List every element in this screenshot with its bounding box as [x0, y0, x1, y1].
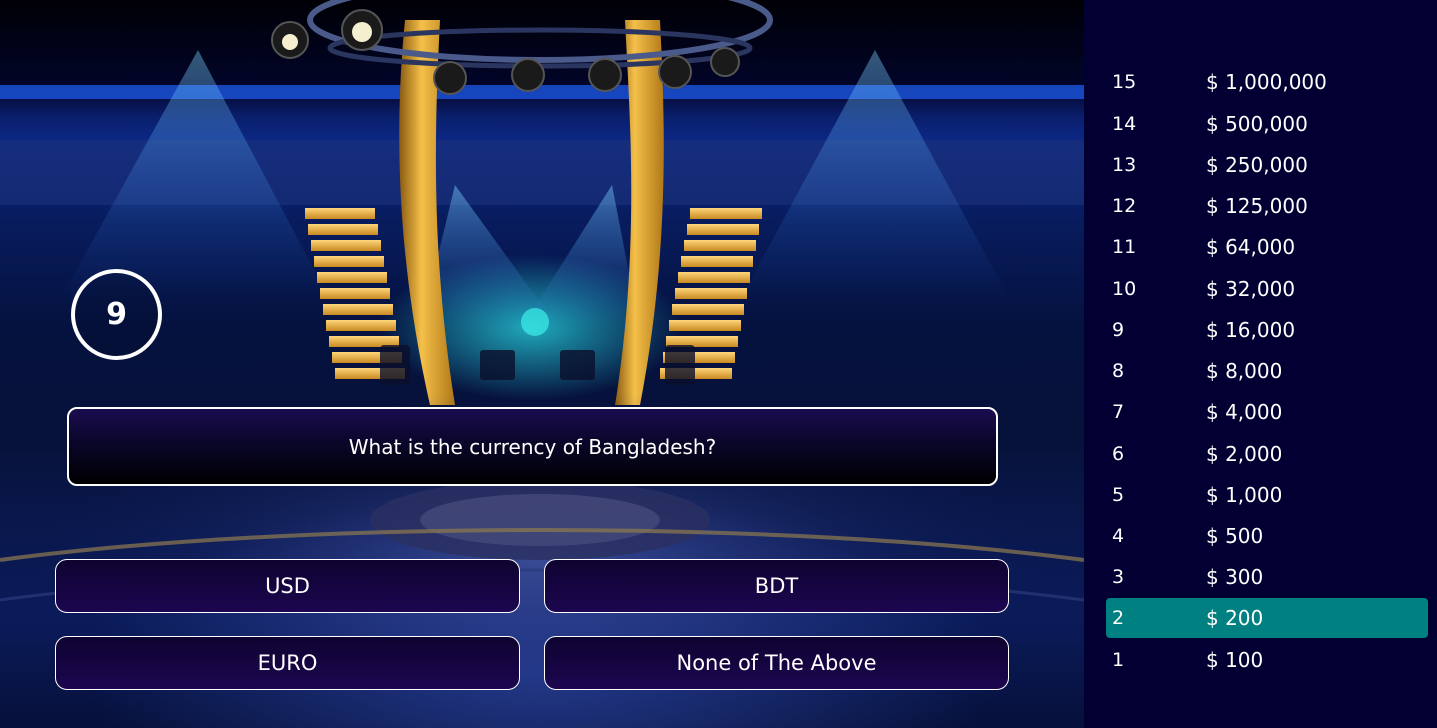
studio-set-illustration	[0, 0, 1084, 728]
rung-amount: $ 16,000	[1206, 318, 1296, 342]
rung-level: 4	[1112, 525, 1125, 547]
rung-level: 5	[1112, 484, 1125, 506]
answer-label: BDT	[754, 574, 799, 598]
money-ladder: 15 $ 1,000,000 14 $ 500,000 13 $ 250,000 12…	[1084, 0, 1437, 728]
ladder-rung: 12 $ 125,000	[1106, 186, 1428, 226]
rung-level: 8	[1112, 360, 1125, 382]
rung-amount: $ 500,000	[1206, 112, 1308, 136]
rung-level: 2	[1112, 607, 1125, 629]
ladder-rung: 6 $ 2,000	[1106, 434, 1428, 474]
ladder-rung: 14 $ 500,000	[1106, 104, 1428, 144]
rung-level: 6	[1112, 443, 1125, 465]
rung-amount: $ 125,000	[1206, 194, 1308, 218]
rung-amount: $ 8,000	[1206, 359, 1283, 383]
ladder-rung: 11 $ 64,000	[1106, 227, 1428, 267]
question-number-badge: 9	[71, 269, 162, 360]
ladder-rung: 15 $ 1,000,000	[1106, 62, 1428, 102]
question-text: What is the currency of Bangladesh?	[348, 434, 717, 459]
rung-amount: $ 32,000	[1206, 277, 1296, 301]
rung-level: 10	[1112, 278, 1137, 300]
answer-label: None of The Above	[676, 651, 877, 675]
answer-button-c[interactable]: EURO	[55, 636, 520, 690]
rung-amount: $ 4,000	[1206, 400, 1283, 424]
ladder-rung: 10 $ 32,000	[1106, 269, 1428, 309]
ladder-rung: 3 $ 300	[1106, 557, 1428, 597]
rung-amount: $ 100	[1206, 648, 1264, 672]
ladder-rung: 7 $ 4,000	[1106, 392, 1428, 432]
rung-level: 15	[1112, 71, 1137, 93]
ladder-rung-current: 2 $ 200	[1106, 598, 1428, 638]
rung-level: 12	[1112, 195, 1137, 217]
answer-button-b[interactable]: BDT	[544, 559, 1009, 613]
ladder-rung: 5 $ 1,000	[1106, 475, 1428, 515]
rung-level: 3	[1112, 566, 1125, 588]
ladder-rung: 8 $ 8,000	[1106, 351, 1428, 391]
rung-level: 14	[1112, 113, 1137, 135]
rung-amount: $ 64,000	[1206, 235, 1296, 259]
rung-amount: $ 500	[1206, 524, 1264, 548]
answer-button-a[interactable]: USD	[55, 559, 520, 613]
rung-level: 13	[1112, 154, 1137, 176]
rung-level: 1	[1112, 649, 1125, 671]
rung-level: 11	[1112, 236, 1137, 258]
rung-level: 7	[1112, 401, 1125, 423]
game-stage-background	[0, 0, 1084, 728]
rung-amount: $ 200	[1206, 606, 1264, 630]
ladder-rung: 13 $ 250,000	[1106, 145, 1428, 185]
rung-amount: $ 300	[1206, 565, 1264, 589]
rung-amount: $ 1,000	[1206, 483, 1283, 507]
rung-amount: $ 2,000	[1206, 442, 1283, 466]
rung-amount: $ 250,000	[1206, 153, 1308, 177]
answer-button-d[interactable]: None of The Above	[544, 636, 1009, 690]
answer-label: USD	[265, 574, 310, 598]
question-box: What is the currency of Bangladesh?	[67, 407, 998, 486]
answer-label: EURO	[257, 651, 318, 675]
ladder-rung: 4 $ 500	[1106, 516, 1428, 556]
ladder-rung: 9 $ 16,000	[1106, 310, 1428, 350]
ladder-rung: 1 $ 100	[1106, 640, 1428, 680]
rung-level: 9	[1112, 319, 1125, 341]
question-number: 9	[106, 297, 127, 332]
rung-amount: $ 1,000,000	[1206, 70, 1327, 94]
